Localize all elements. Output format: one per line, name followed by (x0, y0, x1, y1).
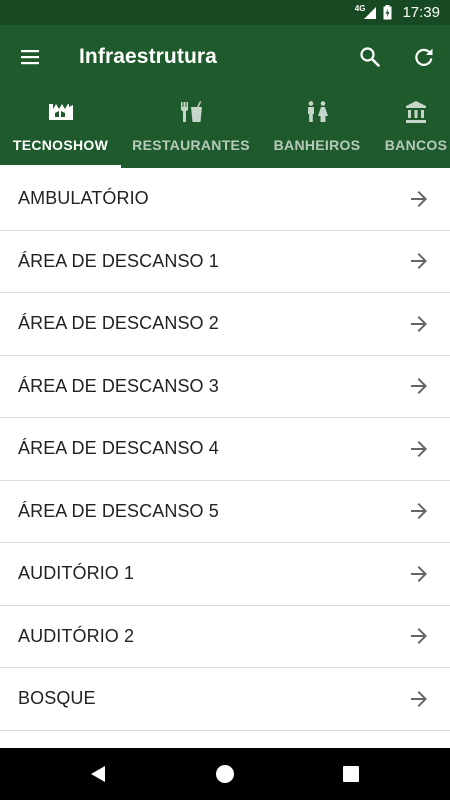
list-item[interactable]: AMBULATÓRIO (0, 168, 450, 231)
item-label: ÁREA DE DESCANSO 1 (18, 250, 219, 271)
app-bar: Infraestrutura TECNOSHOW RESTAURANTES BA… (0, 25, 450, 168)
infrastructure-list: AMBULATÓRIO ÁREA DE DESCANSO 1 ÁREA DE D… (0, 168, 450, 748)
list-item[interactable]: ÁREA DE DESCANSO 2 (0, 293, 450, 356)
list-item[interactable]: ÁREA DE DESCANSO 1 (0, 230, 450, 293)
tab-label: BANCOS (384, 137, 448, 153)
arrow-right-icon (411, 628, 427, 645)
back-icon (91, 766, 105, 782)
page-title: Infraestrutura (79, 45, 217, 68)
tab-bar: TECNOSHOW RESTAURANTES BANHEIROS BANCOS (0, 89, 450, 168)
tab-label: RESTAURANTES (132, 137, 250, 153)
home-icon (216, 765, 234, 783)
system-nav-bar (0, 748, 450, 800)
tab-restaurantes[interactable]: RESTAURANTES (121, 89, 261, 168)
tecnoshow-icon (48, 104, 73, 120)
search-icon (360, 47, 380, 67)
tab-bancos[interactable]: BANCOS (373, 89, 450, 168)
restroom-icon (308, 101, 328, 122)
list-item[interactable]: BOSQUE (0, 668, 450, 731)
signal-icon (364, 6, 377, 19)
menu-button[interactable] (10, 37, 50, 77)
item-label: AMBULATÓRIO (18, 188, 149, 209)
home-button[interactable] (209, 758, 241, 790)
refresh-icon (415, 48, 433, 66)
tab-label: BANHEIROS (273, 137, 361, 153)
arrow-right-icon (411, 190, 427, 207)
arrow-right-icon (411, 565, 427, 582)
back-button[interactable] (82, 758, 114, 790)
arrow-right-icon (411, 440, 427, 457)
tab-banheiros[interactable]: BANHEIROS (261, 89, 373, 168)
battery-icon (383, 5, 392, 20)
recents-icon (343, 766, 359, 782)
status-time: 17:39 (402, 4, 440, 21)
restaurant-icon (181, 101, 202, 122)
item-label: BOSQUE (18, 688, 96, 709)
status-bar: 4G 17:39 (0, 0, 450, 25)
arrow-right-icon (411, 503, 427, 520)
item-label: AUDITÓRIO 2 (18, 625, 135, 646)
item-label: ÁREA DE DESCANSO 5 (18, 500, 219, 521)
toolbar: Infraestrutura (0, 25, 450, 89)
recents-button[interactable] (335, 758, 367, 790)
list-item[interactable]: AUDITÓRIO 1 (0, 543, 450, 606)
arrow-right-icon (411, 253, 427, 270)
tab-tecnoshow[interactable]: TECNOSHOW (0, 89, 121, 168)
list-item[interactable]: ÁREA DE DESCANSO 4 (0, 418, 450, 481)
arrow-right-icon (411, 315, 427, 332)
refresh-button[interactable] (404, 37, 444, 77)
item-label: ÁREA DE DESCANSO 2 (18, 313, 219, 334)
item-label: ÁREA DE DESCANSO 4 (18, 438, 219, 459)
tab-label: TECNOSHOW (12, 137, 109, 153)
arrow-right-icon (411, 378, 427, 395)
network-label: 4G (354, 4, 366, 13)
list-item[interactable]: ÁREA DE DESCANSO 5 (0, 480, 450, 543)
menu-icon (21, 50, 39, 65)
network-indicator: 4G (354, 4, 378, 20)
list-item[interactable]: AUDITÓRIO 2 (0, 605, 450, 668)
arrow-right-icon (411, 690, 427, 707)
item-label: ÁREA DE DESCANSO 3 (18, 375, 219, 396)
search-button[interactable] (350, 37, 390, 77)
bank-icon (406, 101, 426, 123)
list-item[interactable]: ÁREA DE DESCANSO 3 (0, 355, 450, 418)
item-label: AUDITÓRIO 1 (18, 563, 135, 584)
